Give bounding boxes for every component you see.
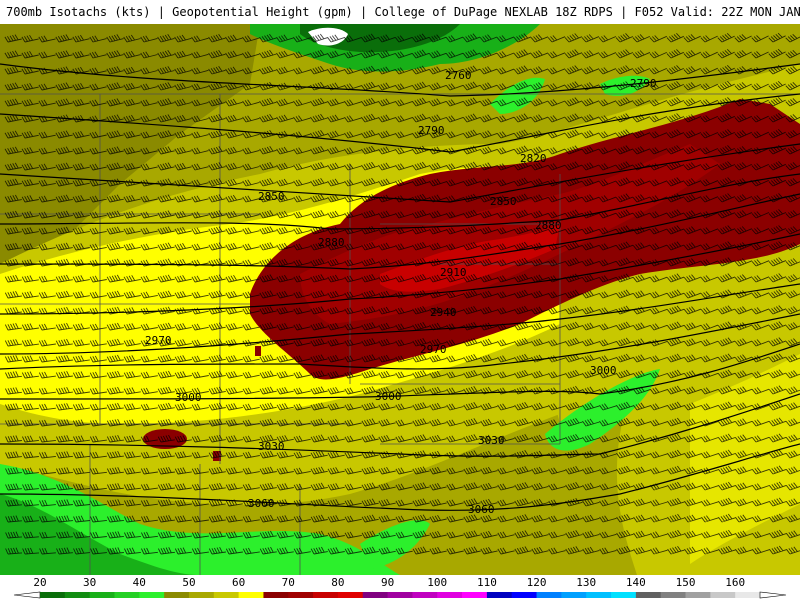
legend-label: 70 (282, 576, 295, 589)
isotach-legend: 20 30 40 50 60 70 80 90 100 110 120 130 140 150 160 (0, 575, 800, 600)
contour-label: 2970 (145, 334, 172, 347)
isotach-map: 2760 2790 2790 2820 2850 2850 2880 2880 … (0, 24, 800, 575)
legend-swatch (685, 592, 711, 598)
legend-label: 120 (527, 576, 547, 589)
legend-swatch (40, 592, 66, 598)
legend-swatch (263, 592, 289, 598)
contour-label: 2940 (430, 306, 457, 319)
legend-swatch (313, 592, 339, 598)
jet-blob-small-2 (255, 346, 261, 356)
legend-label: 90 (381, 576, 394, 589)
legend-swatch (511, 592, 538, 598)
legend-arrow-right (759, 591, 787, 599)
legend-swatch (437, 592, 463, 598)
contour-label: 3000 (175, 391, 202, 404)
legend-swatch (660, 592, 687, 598)
legend-label: 60 (232, 576, 245, 589)
legend-label: 130 (576, 576, 596, 589)
legend-label: 80 (331, 576, 344, 589)
contour-label: 2850 (490, 195, 517, 208)
contour-label: 2970 (420, 343, 447, 356)
legend-swatch (64, 592, 91, 598)
legend-swatch (635, 592, 662, 598)
legend-label: 100 (427, 576, 447, 589)
legend-swatch (337, 592, 364, 598)
legend-swatch (486, 592, 513, 598)
contour-label: 3030 (478, 434, 505, 447)
contour-label: 3000 (590, 364, 617, 377)
legend-label: 160 (725, 576, 745, 589)
legend-label: 30 (83, 576, 96, 589)
contour-label: 2790 (418, 124, 445, 137)
header-text: 700mb Isotachs (kts) | Geopotential Heig… (6, 5, 800, 19)
legend-swatch (288, 592, 314, 598)
legend-swatch (735, 592, 761, 598)
legend-label: 150 (676, 576, 696, 589)
legend-label: 110 (477, 576, 497, 589)
map-header: 700mb Isotachs (kts) | Geopotential Heig… (0, 0, 800, 24)
legend-swatch (536, 592, 562, 598)
legend-swatch (188, 592, 215, 598)
legend-swatch (114, 592, 140, 598)
contour-label: 2760 (445, 69, 472, 82)
legend-label: 40 (133, 576, 146, 589)
contour-label: 3030 (258, 440, 285, 453)
legend-swatch (387, 592, 413, 598)
legend-swatch (213, 592, 240, 598)
legend-swatch (561, 592, 587, 598)
contour-label: 2850 (258, 190, 285, 203)
legend-swatch (412, 592, 438, 598)
legend-swatch (586, 592, 612, 598)
contour-label: 2790 (630, 77, 657, 90)
legend-label: 140 (626, 576, 646, 589)
legend-swatch (89, 592, 115, 598)
legend-swatch (710, 592, 736, 598)
legend-swatch (462, 592, 488, 598)
legend-swatch (139, 592, 165, 598)
legend-swatch (362, 592, 389, 598)
contour-label: 2880 (318, 236, 345, 249)
map-canvas: 2760 2790 2790 2820 2850 2850 2880 2880 … (0, 24, 800, 575)
contour-label: 2820 (520, 152, 547, 165)
legend-canvas: 20 30 40 50 60 70 80 90 100 110 120 130 140 150 160 (13, 576, 787, 599)
legend-swatch (164, 592, 190, 598)
legend-swatch (238, 592, 264, 598)
contour-label: 2910 (440, 266, 467, 279)
contour-label: 3000 (375, 390, 402, 403)
legend-swatch (611, 592, 637, 598)
legend-label: 50 (182, 576, 195, 589)
contour-label: 2880 (535, 219, 562, 232)
legend-arrow-left (13, 591, 41, 599)
legend-label: 20 (33, 576, 46, 589)
contour-label: 3060 (248, 497, 275, 510)
contour-label: 3060 (468, 503, 495, 516)
